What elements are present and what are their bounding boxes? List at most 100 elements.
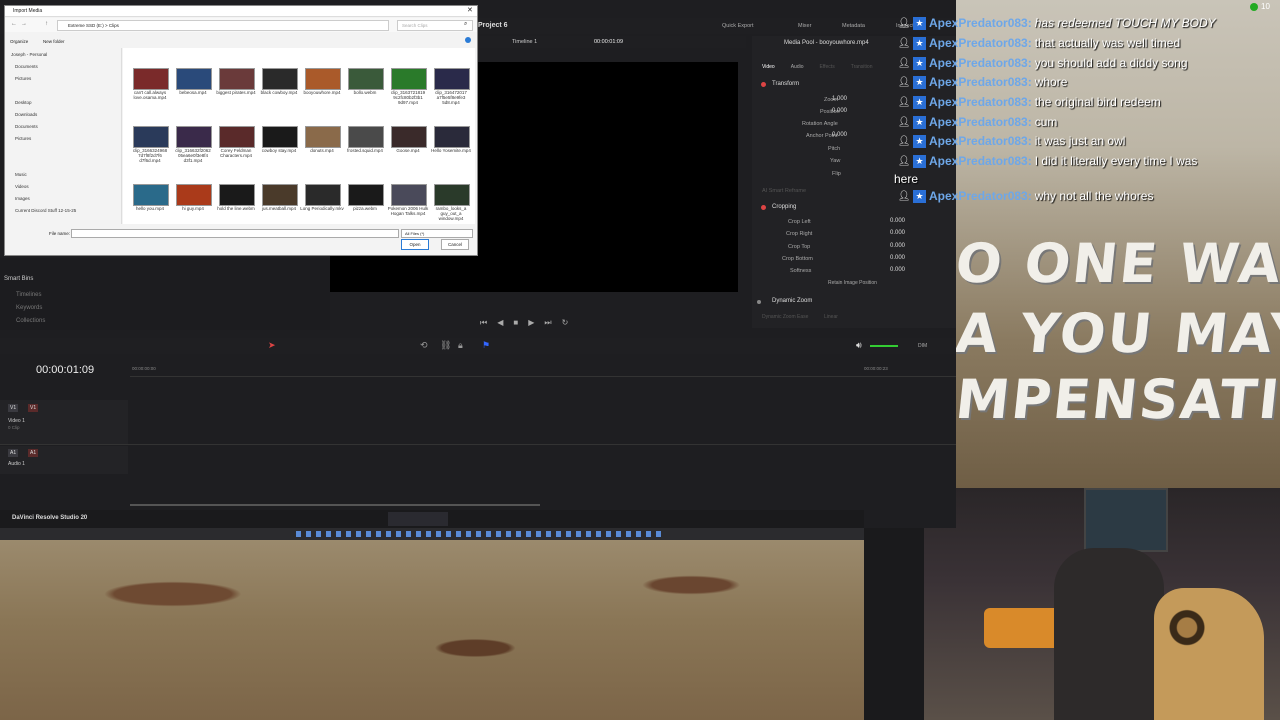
- file-name-label[interactable]: jus.meatball.mp4: [256, 206, 302, 211]
- smart-reframe-title[interactable]: AI Smart Reframe: [762, 188, 806, 194]
- metadata-button[interactable]: Metadata: [842, 23, 865, 29]
- file-name-label[interactable]: hello you.mp4: [127, 206, 173, 211]
- file-name-label[interactable]: Hello Yosemite.mp4: [428, 148, 474, 153]
- a1-label[interactable]: A1: [8, 449, 19, 457]
- file-thumbnail[interactable]: [305, 68, 341, 90]
- filename-input[interactable]: [71, 229, 399, 238]
- file-name-label[interactable]: rambo_looks_a guy_out_a window.mp4: [428, 206, 474, 221]
- file-thumbnail[interactable]: [133, 184, 169, 206]
- flag-icon[interactable]: ⚑: [482, 340, 490, 351]
- file-name-label[interactable]: Pokemon 2006 Hulk Hogan Talks.mp4: [385, 206, 431, 216]
- retain-image-position-checkbox[interactable]: Retain Image Position: [828, 280, 877, 286]
- sidebar-item-music[interactable]: Music: [15, 172, 27, 177]
- file-name-label[interactable]: Corey Feldman Characters.mp4: [213, 148, 259, 158]
- sidebar-item-videos[interactable]: Videos: [15, 184, 29, 189]
- bin-keywords[interactable]: Keywords: [16, 305, 42, 311]
- file-name-label[interactable]: pizza.webm: [342, 206, 388, 211]
- file-name-label[interactable]: hi guy.mp4: [170, 206, 216, 211]
- tab-effects[interactable]: Effects: [820, 54, 835, 72]
- file-thumbnail[interactable]: [133, 126, 169, 148]
- file-name-label[interactable]: donuts.mp4: [299, 148, 345, 153]
- file-thumbnail[interactable]: [434, 126, 470, 148]
- tab-audio[interactable]: Audio: [791, 54, 804, 72]
- skip-forward-icon[interactable]: ⏭: [544, 318, 551, 330]
- organize-menu[interactable]: Organize: [10, 39, 28, 44]
- open-button[interactable]: Open: [401, 239, 429, 250]
- file-name-label[interactable]: frosted.squid.mp4: [342, 148, 388, 153]
- back-icon[interactable]: ←: [11, 21, 17, 27]
- stop-icon[interactable]: ■: [513, 318, 518, 330]
- sidebar-item-personal[interactable]: Joseph - Personal: [11, 52, 47, 57]
- cropping-section-title[interactable]: Cropping: [772, 204, 796, 210]
- transform-section-title[interactable]: Transform: [772, 81, 799, 87]
- file-thumbnail[interactable]: [176, 126, 212, 148]
- bin-collections[interactable]: Collections: [16, 318, 45, 324]
- file-thumbnail[interactable]: [176, 68, 212, 90]
- file-thumbnail[interactable]: [434, 68, 470, 90]
- file-name-label[interactable]: bebeosa.mp4: [170, 90, 216, 95]
- file-name-label[interactable]: clip_3166324968 7d7f8f2d7f6 d7f6d.mp4: [127, 148, 173, 163]
- dynamic-zoom-section-title[interactable]: Dynamic Zoom: [772, 298, 812, 304]
- file-thumbnail[interactable]: [391, 68, 427, 90]
- snapping-icon[interactable]: ⟲: [420, 340, 428, 351]
- dynamic-zoom-ease-select[interactable]: Linear: [824, 314, 838, 320]
- file-name-label[interactable]: can't call.always love.osama.mp4: [127, 90, 173, 100]
- sidebar-item-pictures[interactable]: Pictures: [15, 76, 31, 81]
- file-thumbnail[interactable]: [348, 68, 384, 90]
- file-thumbnail[interactable]: [133, 68, 169, 90]
- crop-right-value[interactable]: 0.000: [890, 230, 905, 236]
- tab-video[interactable]: Video: [762, 54, 775, 72]
- file-thumbnail[interactable]: [434, 184, 470, 206]
- filetype-select[interactable]: All Files (*): [401, 229, 473, 238]
- sidebar-item-pictures-2[interactable]: Pictures: [15, 136, 31, 141]
- cancel-button[interactable]: Cancel: [441, 239, 469, 250]
- close-icon[interactable]: ✕: [467, 6, 473, 14]
- file-thumbnail[interactable]: [391, 126, 427, 148]
- anchor-x-value[interactable]: 0.000: [832, 132, 847, 138]
- file-thumbnail[interactable]: [348, 126, 384, 148]
- file-thumbnail[interactable]: [262, 126, 298, 148]
- file-thumbnail[interactable]: [176, 184, 212, 206]
- timeline-selector[interactable]: Timeline 1: [512, 39, 537, 45]
- file-thumbnail[interactable]: [391, 184, 427, 206]
- file-thumbnail[interactable]: [348, 184, 384, 206]
- sidebar-item-downloads[interactable]: Downloads: [15, 112, 37, 117]
- file-name-label[interactable]: bollo.webm: [342, 90, 388, 95]
- file-thumbnail[interactable]: [219, 68, 255, 90]
- sidebar-item-documents-2[interactable]: Documents: [15, 124, 38, 129]
- up-icon[interactable]: ↑: [45, 21, 48, 27]
- zoom-x-value[interactable]: 1.000: [832, 96, 847, 102]
- file-thumbnail[interactable]: [219, 126, 255, 148]
- link-icon[interactable]: ⛓: [440, 340, 451, 351]
- edit-page-tab[interactable]: [388, 512, 448, 526]
- dim-button[interactable]: DIM: [918, 343, 927, 349]
- play-reverse-icon[interactable]: ◀: [497, 318, 503, 330]
- selection-tool-icon[interactable]: ➤: [268, 340, 276, 351]
- file-thumbnail[interactable]: [262, 68, 298, 90]
- crop-top-value[interactable]: 0.000: [890, 243, 905, 249]
- crop-left-value[interactable]: 0.000: [890, 218, 905, 224]
- file-thumbnail[interactable]: [305, 184, 341, 206]
- bin-timelines[interactable]: Timelines: [16, 292, 41, 298]
- mixer-button[interactable]: Mixer: [798, 23, 811, 29]
- volume-slider[interactable]: [870, 345, 898, 347]
- sidebar-item-desktop[interactable]: Desktop: [15, 100, 32, 105]
- dynamic-zoom-enable-icon[interactable]: [757, 300, 761, 304]
- new-folder-button[interactable]: New folder: [43, 39, 65, 44]
- sidebar-item-documents[interactable]: Documents: [15, 64, 38, 69]
- file-name-label[interactable]: hold the line.webm: [213, 206, 259, 211]
- timeline-scrollbar[interactable]: [130, 504, 540, 506]
- file-thumbnail[interactable]: [262, 184, 298, 206]
- taskbar-icons[interactable]: [296, 531, 664, 537]
- search-input[interactable]: Search Clips ⌕: [397, 20, 473, 31]
- transform-enable-icon[interactable]: [761, 82, 766, 87]
- softness-value[interactable]: 0.000: [890, 267, 905, 273]
- forward-icon[interactable]: →: [21, 21, 27, 27]
- tab-transition[interactable]: Transition: [851, 54, 873, 72]
- file-name-label[interactable]: clip_316472017 a7f5e5f8e9fe3 5d8.mp4: [428, 90, 474, 105]
- file-name-label[interactable]: clip_3163721819 9c2fc80b2f3b1 9d97.mp4: [385, 90, 431, 105]
- quick-export-button[interactable]: Quick Export: [722, 23, 753, 29]
- crop-bottom-value[interactable]: 0.000: [890, 255, 905, 261]
- help-icon[interactable]: [465, 37, 471, 43]
- loop-icon[interactable]: ↻: [562, 318, 569, 330]
